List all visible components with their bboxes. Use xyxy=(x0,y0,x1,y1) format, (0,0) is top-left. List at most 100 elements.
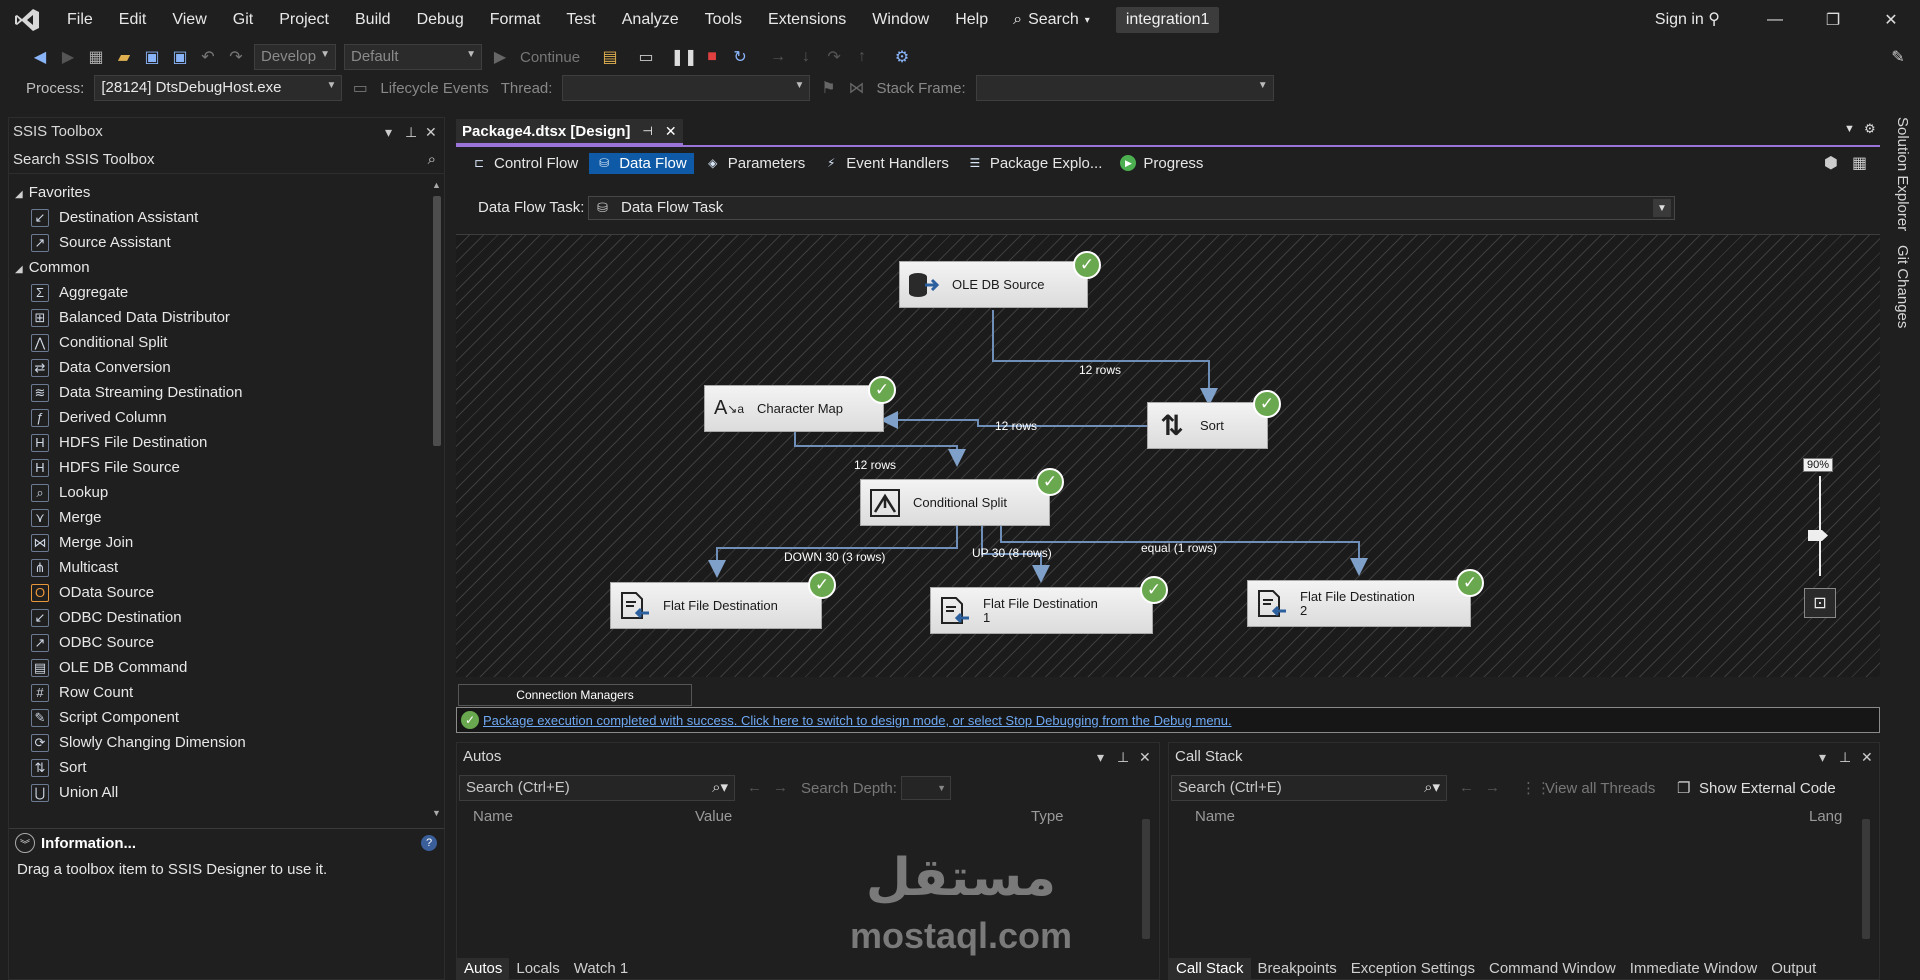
tool-aggregate[interactable]: Σ Aggregate xyxy=(9,280,429,305)
tool-hdfs-file-destination[interactable]: H HDFS File Destination xyxy=(9,430,429,455)
back-arrow-icon[interactable]: ← xyxy=(747,779,762,796)
step-out-icon[interactable]: ↑ xyxy=(850,45,874,69)
dropdown-icon[interactable]: ▾ xyxy=(1097,743,1104,771)
close-window-button[interactable]: ✕ xyxy=(1862,0,1920,40)
filter-icon[interactable]: ⋈ xyxy=(844,76,868,100)
pin-icon[interactable]: ⊥ xyxy=(405,118,417,146)
tool-union-all[interactable]: ⋃ Union All xyxy=(9,780,429,805)
tool-hdfs-file-source[interactable]: H HDFS File Source xyxy=(9,455,429,480)
close-icon[interactable]: ✕ xyxy=(1139,743,1151,771)
undo-icon[interactable]: ↶ xyxy=(196,45,220,69)
redo-icon[interactable]: ↷ xyxy=(224,45,248,69)
tab-event-handlers[interactable]: ⚡ Event Handlers xyxy=(816,153,956,174)
component-flat-file-destination[interactable]: Flat File Destination xyxy=(610,582,822,629)
tab-breakpoints[interactable]: Breakpoints xyxy=(1251,958,1344,979)
tab-package-explorer[interactable]: ☰ Package Explo... xyxy=(960,153,1110,174)
tab-progress[interactable]: ▶ Progress xyxy=(1113,153,1210,174)
tool-merge[interactable]: ⋎ Merge xyxy=(9,505,429,530)
play-icon[interactable]: ▶ xyxy=(488,45,512,69)
tool-data-conversion[interactable]: ⇄ Data Conversion xyxy=(9,355,429,380)
show-external-code-button[interactable]: Show External Code xyxy=(1699,780,1836,797)
document-tab[interactable]: Package4.dtsx [Design] ⊣ ✕ xyxy=(456,119,683,145)
pin-icon[interactable]: ⊣ xyxy=(642,124,652,138)
menu-project[interactable]: Project xyxy=(266,0,342,40)
close-icon[interactable]: ✕ xyxy=(425,118,437,146)
tab-immediate-window[interactable]: Immediate Window xyxy=(1623,958,1765,979)
back-arrow-icon[interactable]: ← xyxy=(1459,779,1474,796)
autos-search-input[interactable]: Search (Ctrl+E) ⌕▾ xyxy=(459,775,735,801)
diagnostics-icon[interactable]: ⚙ xyxy=(890,45,914,69)
tool-slowly-changing-dimension[interactable]: ⟳ Slowly Changing Dimension xyxy=(9,730,429,755)
feedback-icon[interactable]: ✎ xyxy=(1886,45,1910,69)
lifecycle-icon[interactable]: ▭ xyxy=(348,76,372,100)
forward-arrow-icon[interactable]: → xyxy=(773,779,788,796)
column-type[interactable]: Type xyxy=(1031,808,1064,825)
restart-icon[interactable]: ↻ xyxy=(728,45,752,69)
platform-combo[interactable]: Default ▼ xyxy=(344,44,482,70)
group-common[interactable]: ◢ Common xyxy=(9,255,429,280)
scroll-thumb[interactable] xyxy=(1142,819,1150,939)
solution-name-badge[interactable]: integration1 xyxy=(1115,7,1220,33)
flag-icon[interactable]: ⚑ xyxy=(816,76,840,100)
tool-destination-assistant[interactable]: ↙ Destination Assistant xyxy=(9,205,429,230)
tool-data-streaming-destination[interactable]: ≋ Data Streaming Destination xyxy=(9,380,429,405)
menu-test[interactable]: Test xyxy=(553,0,608,40)
tab-list-dropdown-icon[interactable]: ▼ xyxy=(1844,123,1855,135)
connection-managers-tab[interactable]: Connection Managers xyxy=(458,684,692,706)
tool-odata-source[interactable]: O OData Source xyxy=(9,580,429,605)
pause-icon[interactable]: ❚❚ xyxy=(671,45,698,69)
tab-data-flow[interactable]: ⛁ Data Flow xyxy=(589,152,694,174)
autos-scrollbar[interactable] xyxy=(1139,805,1153,955)
forward-icon[interactable]: ▶ xyxy=(56,45,80,69)
chevron-down-icon[interactable]: ▼ xyxy=(1653,199,1671,217)
data-flow-task-combo[interactable]: ⛁ Data Flow Task ▼ xyxy=(588,196,1675,220)
dropdown-icon[interactable]: ▾ xyxy=(1819,743,1826,771)
menu-build[interactable]: Build xyxy=(342,0,404,40)
menu-view[interactable]: View xyxy=(159,0,219,40)
stack-frame-combo[interactable]: ▼ xyxy=(975,75,1274,101)
solution-explorer-tab[interactable]: Solution Explorer xyxy=(1894,117,1911,231)
settings-gear-icon[interactable]: ⚙ xyxy=(1864,121,1876,137)
tab-autos[interactable]: Autos xyxy=(457,958,510,979)
execution-status-bar[interactable]: ✓ Package execution completed with succe… xyxy=(456,707,1880,733)
step-over-icon[interactable]: ↷ xyxy=(822,45,846,69)
tab-parameters[interactable]: ◈ Parameters xyxy=(698,153,813,174)
forward-arrow-icon[interactable]: → xyxy=(1485,779,1500,796)
callstack-scrollbar[interactable] xyxy=(1859,805,1873,955)
dropdown-icon[interactable]: ▾ xyxy=(385,118,392,146)
tab-control-flow[interactable]: ⊏ Control Flow xyxy=(464,153,585,174)
tool-script-component[interactable]: ✎ Script Component xyxy=(9,705,429,730)
save-icon[interactable]: ▣ xyxy=(140,45,164,69)
zoom-to-fit-icon[interactable]: ⊡ xyxy=(1804,588,1836,618)
menu-window[interactable]: Window xyxy=(859,0,942,40)
scroll-thumb[interactable] xyxy=(1862,819,1870,939)
menu-format[interactable]: Format xyxy=(477,0,554,40)
component-flat-file-destination-1[interactable]: Flat File Destination 1 xyxy=(930,587,1153,634)
minimize-button[interactable]: — xyxy=(1746,0,1804,40)
configuration-combo[interactable]: Develop ▼ xyxy=(254,44,336,70)
back-icon[interactable]: ◀ xyxy=(28,45,52,69)
tool-conditional-split[interactable]: ⋀ Conditional Split xyxy=(9,330,429,355)
component-sort[interactable]: ⇅ Sort xyxy=(1147,402,1268,449)
save-all-icon[interactable]: ▣ xyxy=(168,45,192,69)
component-character-map[interactable]: A ↘a Character Map xyxy=(704,385,884,432)
tool-source-assistant[interactable]: ↗ Source Assistant xyxy=(9,230,429,255)
data-flow-canvas[interactable]: 12 rows 12 rows 12 rows DOWN 30 (3 rows)… xyxy=(456,234,1880,677)
tool-balanced-data-distributor[interactable]: ⊞ Balanced Data Distributor xyxy=(9,305,429,330)
menu-tools[interactable]: Tools xyxy=(692,0,755,40)
help-icon[interactable]: ? xyxy=(421,835,437,851)
scroll-up-icon[interactable]: ▲ xyxy=(432,180,441,190)
scroll-down-icon[interactable]: ▼ xyxy=(432,808,441,818)
sign-in-link[interactable]: Sign in ⚲ xyxy=(1655,9,1720,29)
tab-watch-1[interactable]: Watch 1 xyxy=(567,958,635,979)
toolbox-search-input[interactable]: Search SSIS Toolbox ⌕ xyxy=(9,146,444,174)
menu-analyze[interactable]: Analyze xyxy=(609,0,692,40)
tool-row-count[interactable]: # Row Count xyxy=(9,680,429,705)
layout-icon[interactable]: ▭ xyxy=(634,45,658,69)
column-name[interactable]: Name xyxy=(1195,808,1235,825)
close-tab-icon[interactable]: ✕ xyxy=(665,123,677,140)
tab-command-window[interactable]: Command Window xyxy=(1482,958,1623,979)
git-changes-tab[interactable]: Git Changes xyxy=(1894,245,1911,328)
close-icon[interactable]: ✕ xyxy=(1861,743,1873,771)
pin-icon[interactable]: ⊥ xyxy=(1117,743,1129,771)
